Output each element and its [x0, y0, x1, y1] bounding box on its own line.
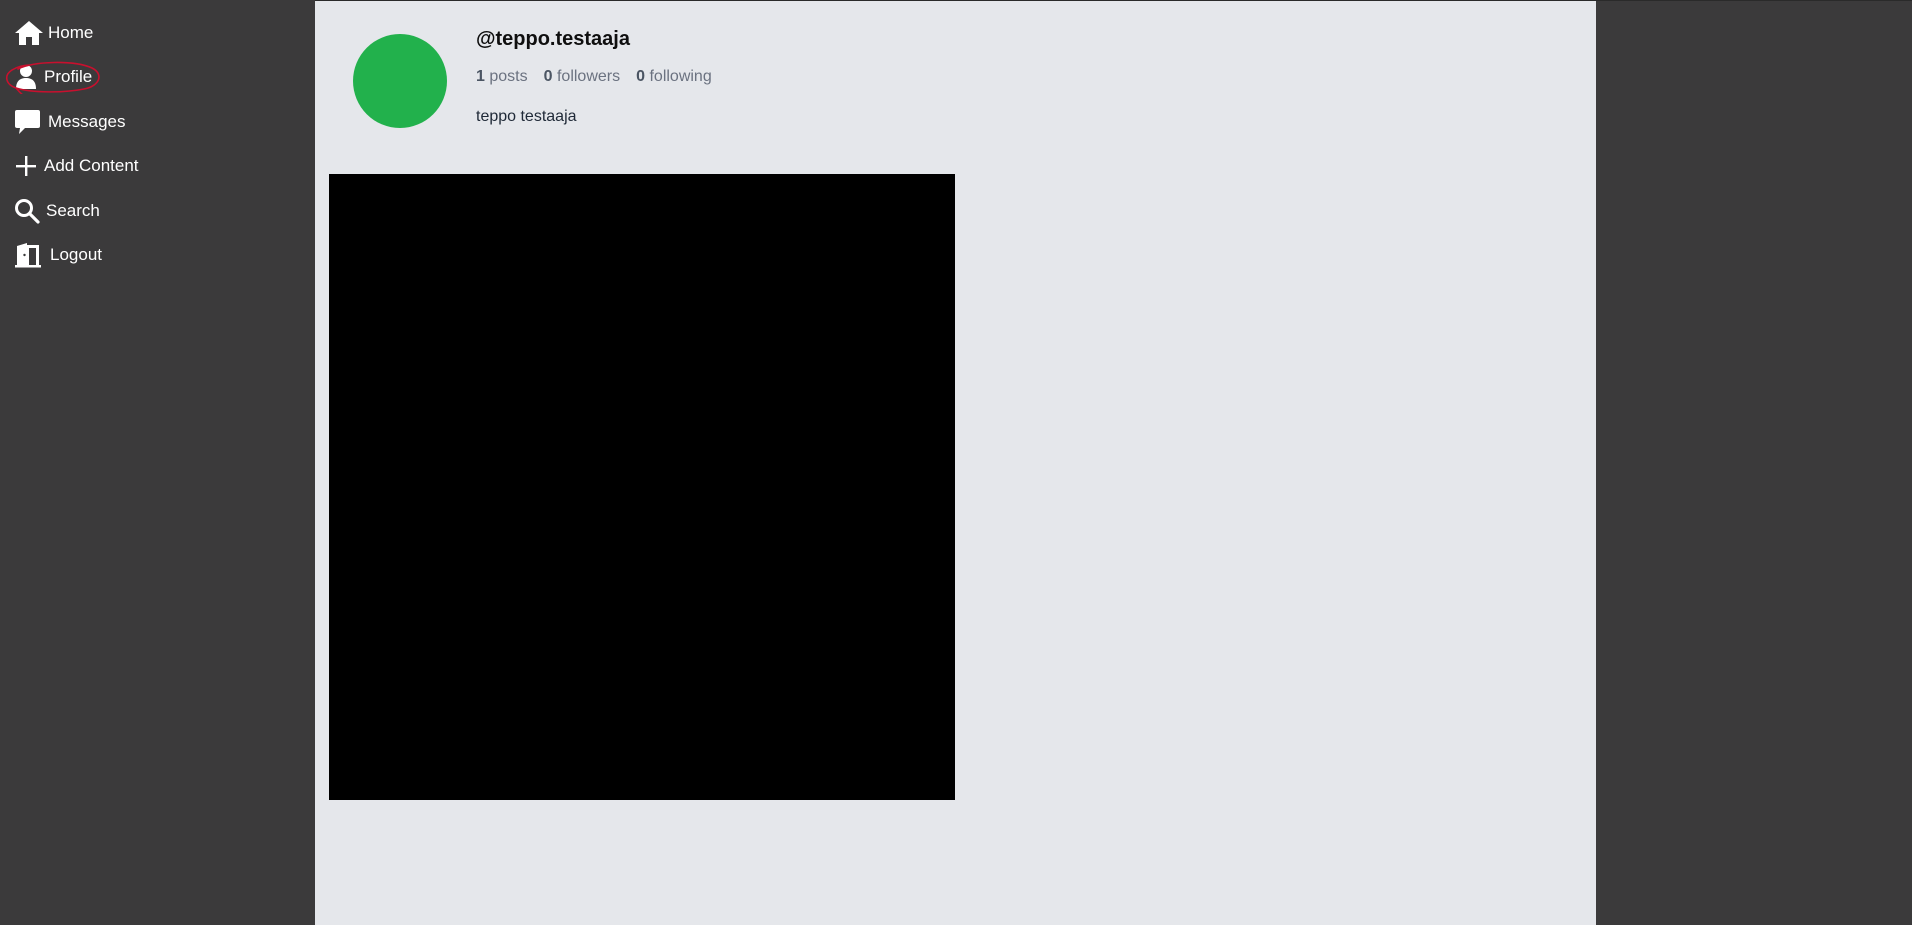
- sidebar-item-profile[interactable]: Profile: [14, 60, 92, 94]
- sidebar-item-label: Profile: [44, 67, 93, 86]
- sidebar-item-label: Messages: [48, 112, 126, 131]
- sidebar-item-home[interactable]: Home: [14, 16, 93, 50]
- sidebar: Home Profile Messages Add Content Search…: [0, 0, 315, 925]
- plus-icon: [14, 151, 40, 181]
- sidebar-item-label: Home: [48, 23, 94, 42]
- logout-door-icon: [14, 240, 46, 270]
- sidebar-item-label: Search: [46, 201, 100, 220]
- following-count: 0: [636, 68, 646, 85]
- search-icon: [14, 196, 42, 226]
- profile-bio: teppo testaaja: [476, 108, 577, 125]
- sidebar-item-label: Logout: [50, 245, 102, 264]
- posts-stat: 1 posts: [476, 68, 528, 86]
- user-icon: [14, 62, 40, 92]
- posts-count: 1: [476, 68, 485, 85]
- sidebar-item-label: Add Content: [44, 156, 139, 175]
- message-icon: [14, 107, 44, 137]
- followers-count: 0: [543, 68, 553, 85]
- app-window: Home Profile Messages Add Content Search…: [0, 0, 1912, 925]
- username: @teppo.testaaja: [476, 28, 630, 50]
- following-stat[interactable]: 0 following: [636, 68, 712, 86]
- profile-main: @teppo.testaaja 1 posts 0 followers 0 fo…: [315, 1, 1596, 925]
- home-icon: [14, 18, 44, 48]
- followers-label: followers: [556, 68, 621, 85]
- avatar[interactable]: [353, 34, 447, 128]
- post-thumbnail[interactable]: [329, 174, 955, 800]
- sidebar-item-search[interactable]: Search: [14, 194, 100, 228]
- sidebar-item-add-content[interactable]: Add Content: [14, 149, 139, 183]
- sidebar-item-messages[interactable]: Messages: [14, 105, 125, 139]
- followers-stat[interactable]: 0 followers: [544, 68, 621, 86]
- profile-stats: 1 posts 0 followers 0 following: [476, 68, 712, 86]
- sidebar-item-logout[interactable]: Logout: [14, 238, 102, 272]
- following-label: following: [649, 68, 712, 85]
- posts-label: posts: [489, 68, 528, 85]
